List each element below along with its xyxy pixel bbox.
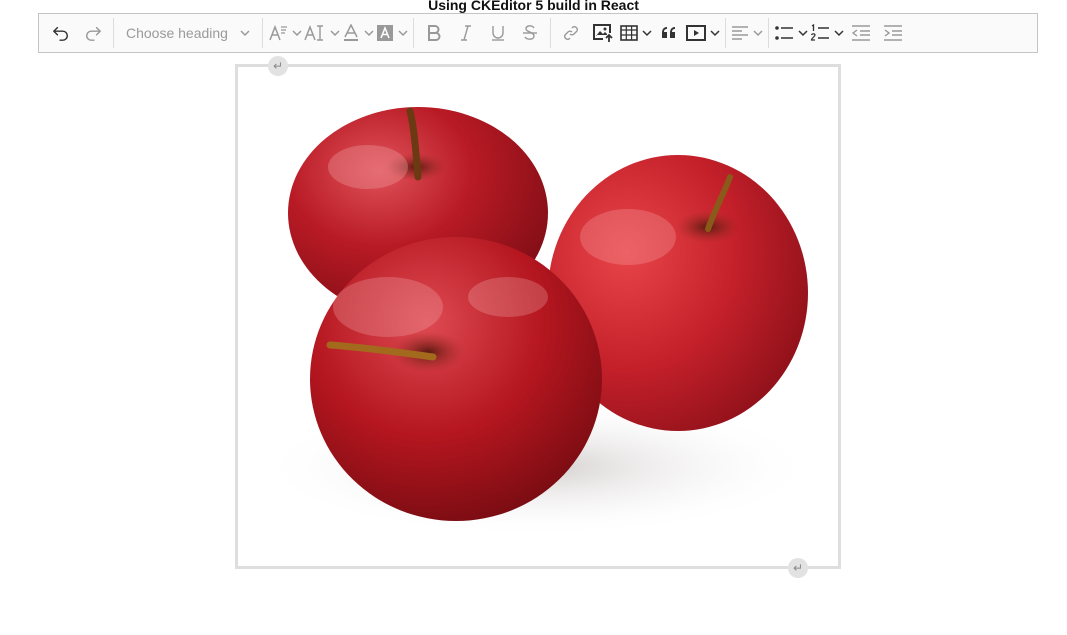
italic-icon	[461, 25, 471, 41]
bold-icon	[428, 25, 441, 41]
font-color-dropdown[interactable]	[342, 18, 374, 48]
undo-button[interactable]	[46, 18, 76, 48]
numbered-list-dropdown[interactable]	[810, 18, 844, 48]
redo-icon	[85, 26, 101, 41]
blockquote-button[interactable]	[654, 18, 684, 48]
chevron-down-icon	[642, 30, 652, 37]
font-size-dropdown[interactable]	[268, 18, 302, 48]
strikethrough-button[interactable]	[515, 18, 545, 48]
table-icon	[620, 25, 638, 41]
chevron-down-icon	[753, 30, 763, 37]
bulleted-list-dropdown[interactable]	[774, 18, 808, 48]
insert-paragraph-before-handle[interactable]: ↵	[268, 56, 288, 76]
page-title: Using CKEditor 5 build in React	[428, 0, 639, 13]
toolbar-separator	[413, 18, 414, 48]
underline-icon	[492, 26, 504, 41]
bold-button[interactable]	[419, 18, 449, 48]
underline-button[interactable]	[483, 18, 513, 48]
link-button[interactable]	[556, 18, 586, 48]
font-color-icon	[344, 24, 358, 41]
outdent-icon	[851, 25, 870, 41]
insert-table-dropdown[interactable]	[620, 18, 652, 48]
redo-button[interactable]	[78, 18, 108, 48]
chevron-down-icon	[330, 30, 340, 37]
insert-image-icon	[593, 24, 613, 42]
font-family-dropdown[interactable]	[304, 18, 340, 48]
chevron-down-icon	[240, 30, 250, 37]
indent-button[interactable]	[878, 18, 908, 48]
toolbar-separator	[768, 18, 769, 48]
toolbar-separator	[725, 18, 726, 48]
font-size-icon	[269, 24, 287, 41]
numbered-list-icon	[810, 24, 829, 41]
editor-toolbar: Choose heading	[38, 13, 1038, 53]
chevron-down-icon	[364, 30, 374, 37]
toolbar-separator	[262, 18, 263, 48]
strikethrough-icon	[523, 25, 537, 40]
font-family-icon	[304, 24, 323, 41]
align-left-icon	[732, 26, 748, 40]
toolbar-separator	[550, 18, 551, 48]
chevron-down-icon	[710, 30, 720, 37]
apples-illustration	[258, 107, 818, 537]
blockquote-icon	[662, 27, 675, 38]
alignment-dropdown[interactable]	[731, 18, 763, 48]
italic-button[interactable]	[451, 18, 481, 48]
font-background-color-dropdown[interactable]	[376, 18, 408, 48]
bulleted-list-icon	[775, 26, 793, 40]
indent-icon	[884, 25, 902, 41]
heading-dropdown-label: Choose heading	[126, 25, 228, 41]
insert-image-button[interactable]	[588, 18, 618, 48]
apples-image[interactable]	[238, 67, 838, 566]
front-apple	[310, 237, 602, 521]
font-background-color-icon	[377, 25, 393, 41]
link-icon	[564, 26, 578, 40]
chevron-down-icon	[834, 30, 844, 37]
chevron-down-icon	[292, 30, 302, 37]
media-embed-dropdown[interactable]	[686, 18, 720, 48]
outdent-button[interactable]	[846, 18, 876, 48]
chevron-down-icon	[798, 30, 808, 37]
heading-dropdown[interactable]: Choose heading	[118, 18, 258, 48]
undo-icon	[53, 26, 69, 41]
insert-paragraph-after-handle[interactable]: ↵	[788, 558, 808, 578]
toolbar-separator	[113, 18, 114, 48]
editor-content-area[interactable]	[235, 64, 841, 569]
media-embed-icon	[686, 25, 706, 41]
chevron-down-icon	[398, 30, 408, 37]
